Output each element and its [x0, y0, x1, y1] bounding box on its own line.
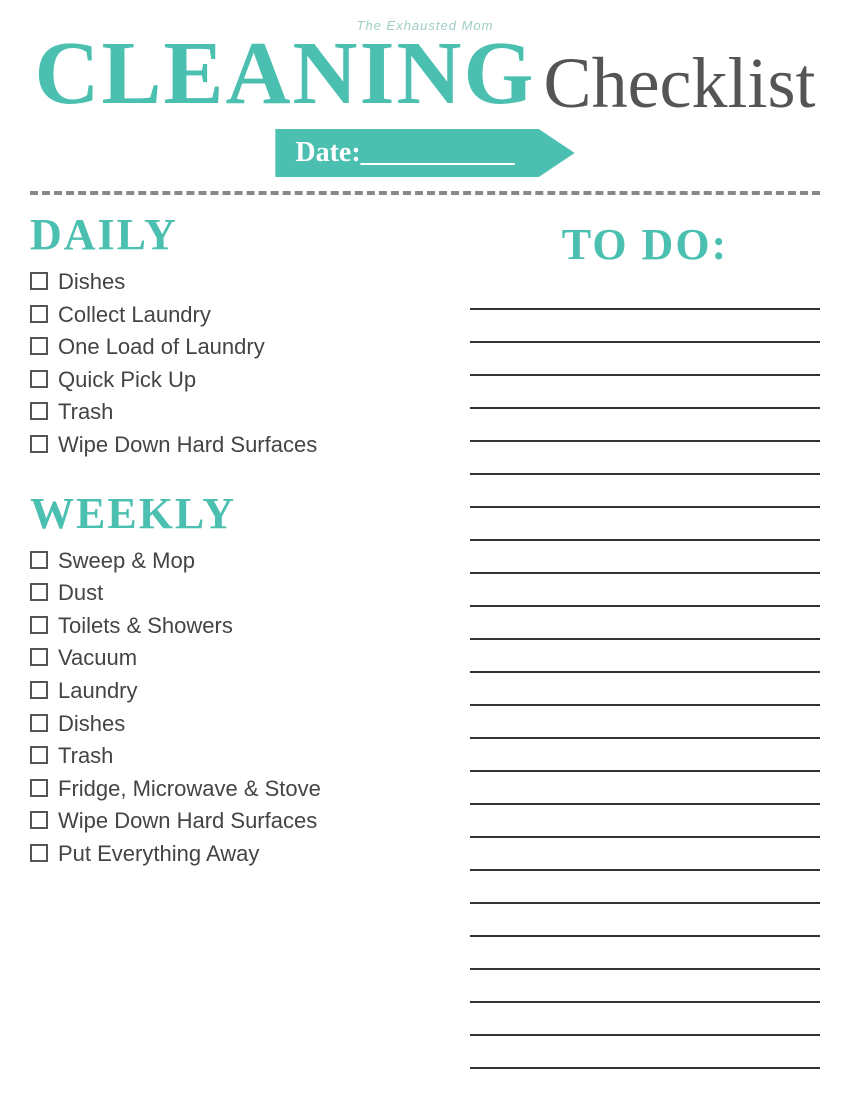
- todo-line[interactable]: [470, 645, 820, 673]
- checkbox-daily-5[interactable]: [30, 435, 48, 453]
- checkbox-daily-0[interactable]: [30, 272, 48, 290]
- list-item: Trash: [30, 742, 450, 771]
- todo-section: To Do:: [470, 205, 820, 1074]
- item-label: Sweep & Mop: [58, 547, 450, 576]
- todo-line[interactable]: [470, 348, 820, 376]
- todo-line[interactable]: [470, 744, 820, 772]
- list-item: Laundry: [30, 677, 450, 706]
- list-item: Dishes: [30, 268, 450, 297]
- todo-line[interactable]: [470, 1041, 820, 1069]
- list-item: Toilets & Showers: [30, 612, 450, 641]
- list-item: Collect Laundry: [30, 301, 450, 330]
- item-label: Toilets & Showers: [58, 612, 450, 641]
- date-banner: Date:___________: [275, 129, 574, 177]
- todo-line[interactable]: [470, 513, 820, 541]
- cleaning-title: Cleaning: [34, 29, 535, 119]
- list-item: Quick Pick Up: [30, 366, 450, 395]
- todo-line[interactable]: [470, 810, 820, 838]
- item-label: Fridge, Microwave & Stove: [58, 775, 450, 804]
- item-label: Collect Laundry: [58, 301, 450, 330]
- item-label: Put Everything Away: [58, 840, 450, 869]
- todo-line[interactable]: [470, 447, 820, 475]
- title-row: Cleaning Checklist: [30, 29, 820, 119]
- todo-line[interactable]: [470, 579, 820, 607]
- checkbox-weekly-6[interactable]: [30, 746, 48, 764]
- checkbox-weekly-5[interactable]: [30, 714, 48, 732]
- todo-line[interactable]: [470, 315, 820, 343]
- item-label: Vacuum: [58, 644, 450, 673]
- todo-line[interactable]: [470, 678, 820, 706]
- list-item: Sweep & Mop: [30, 547, 450, 576]
- checkbox-weekly-0[interactable]: [30, 551, 48, 569]
- list-item: Wipe Down Hard Surfaces: [30, 431, 450, 460]
- checkbox-weekly-4[interactable]: [30, 681, 48, 699]
- todo-line[interactable]: [470, 876, 820, 904]
- weekly-heading: Weekly: [30, 488, 450, 539]
- item-label: One Load of Laundry: [58, 333, 450, 362]
- list-item: One Load of Laundry: [30, 333, 450, 362]
- header-section: The Exhausted Mom Cleaning Checklist Dat…: [30, 18, 820, 177]
- list-item: Wipe Down Hard Surfaces: [30, 807, 450, 836]
- checkbox-weekly-8[interactable]: [30, 811, 48, 829]
- todo-line[interactable]: [470, 711, 820, 739]
- todo-line[interactable]: [470, 480, 820, 508]
- checkbox-weekly-9[interactable]: [30, 844, 48, 862]
- checkbox-daily-3[interactable]: [30, 370, 48, 388]
- daily-section: Daily Dishes Collect Laundry One Load of…: [30, 209, 450, 460]
- checkbox-weekly-1[interactable]: [30, 583, 48, 601]
- todo-line[interactable]: [470, 843, 820, 871]
- todo-line[interactable]: [470, 942, 820, 970]
- daily-heading: Daily: [30, 209, 450, 260]
- list-item: Dishes: [30, 710, 450, 739]
- checkbox-daily-1[interactable]: [30, 305, 48, 323]
- todo-line[interactable]: [470, 777, 820, 805]
- list-item: Dust: [30, 579, 450, 608]
- main-content: Daily Dishes Collect Laundry One Load of…: [30, 205, 820, 1074]
- todo-lines: [470, 282, 820, 1074]
- left-column: Daily Dishes Collect Laundry One Load of…: [30, 205, 450, 1074]
- checkbox-daily-4[interactable]: [30, 402, 48, 420]
- item-label: Laundry: [58, 677, 450, 706]
- todo-line[interactable]: [470, 975, 820, 1003]
- item-label: Dishes: [58, 268, 450, 297]
- dashed-divider: [30, 191, 820, 195]
- checkbox-weekly-2[interactable]: [30, 616, 48, 634]
- todo-line[interactable]: [470, 414, 820, 442]
- page: The Exhausted Mom Cleaning Checklist Dat…: [0, 0, 850, 1100]
- todo-line[interactable]: [470, 612, 820, 640]
- todo-line[interactable]: [470, 909, 820, 937]
- todo-heading: To Do:: [470, 219, 820, 270]
- item-label: Dust: [58, 579, 450, 608]
- weekly-section: Weekly Sweep & Mop Dust Toilets & Shower…: [30, 488, 450, 869]
- todo-line[interactable]: [470, 1008, 820, 1036]
- checkbox-weekly-7[interactable]: [30, 779, 48, 797]
- todo-line[interactable]: [470, 546, 820, 574]
- checklist-title: Checklist: [544, 47, 816, 119]
- item-label: Trash: [58, 742, 450, 771]
- list-item: Put Everything Away: [30, 840, 450, 869]
- item-label: Wipe Down Hard Surfaces: [58, 431, 450, 460]
- list-item: Fridge, Microwave & Stove: [30, 775, 450, 804]
- checkbox-daily-2[interactable]: [30, 337, 48, 355]
- item-label: Wipe Down Hard Surfaces: [58, 807, 450, 836]
- item-label: Trash: [58, 398, 450, 427]
- item-label: Dishes: [58, 710, 450, 739]
- list-item: Trash: [30, 398, 450, 427]
- todo-line[interactable]: [470, 282, 820, 310]
- checkbox-weekly-3[interactable]: [30, 648, 48, 666]
- item-label: Quick Pick Up: [58, 366, 450, 395]
- list-item: Vacuum: [30, 644, 450, 673]
- todo-line[interactable]: [470, 381, 820, 409]
